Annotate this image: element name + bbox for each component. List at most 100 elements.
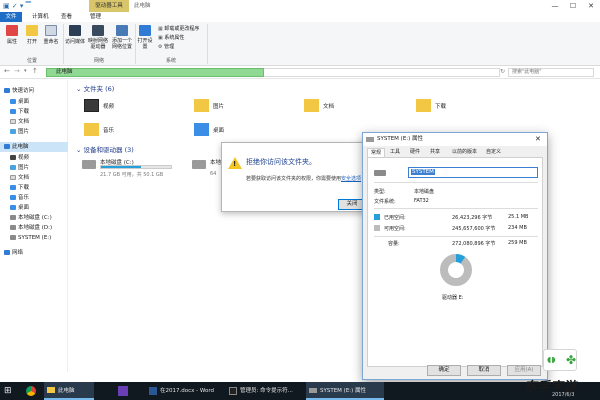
drive-icon bbox=[10, 235, 16, 240]
divider bbox=[374, 208, 538, 209]
download-icon bbox=[10, 185, 16, 190]
system-properties-button[interactable]: ▣ 系统属性 bbox=[158, 34, 184, 41]
chrome-icon[interactable] bbox=[26, 386, 36, 396]
nav-quick-downloads[interactable]: 下载 bbox=[0, 107, 68, 117]
security-tab-link[interactable]: 安全选项 bbox=[341, 176, 361, 182]
folder-documents[interactable]: 文档 bbox=[304, 98, 364, 116]
tab-file[interactable]: 文件 bbox=[0, 12, 22, 22]
used-space-swatch bbox=[374, 214, 380, 220]
nav-quick-access[interactable]: 快速访问 bbox=[0, 86, 68, 96]
folder-pictures[interactable]: 图片 bbox=[194, 98, 254, 116]
refresh-icon[interactable]: ↻ bbox=[500, 68, 505, 75]
nav-pc-videos[interactable]: 视频 bbox=[0, 153, 68, 163]
folder-music[interactable]: 音乐 bbox=[84, 122, 144, 140]
start-button-icon[interactable]: ⊞ bbox=[4, 382, 18, 400]
nav-drive-d[interactable]: 本地磁盘 (D:) bbox=[0, 223, 68, 233]
rename-button[interactable]: 重命名 bbox=[40, 25, 62, 45]
taskbar-item-properties[interactable]: SYSTEM (E:) 属性 bbox=[306, 382, 384, 400]
drive-icon bbox=[374, 170, 386, 176]
general-tab-panel: SYSTEM 类型: 本地磁盘 文件系统: FAT32 已用空间: 26,423… bbox=[367, 157, 543, 367]
nav-quick-documents[interactable]: 文档 bbox=[0, 117, 68, 127]
map-network-drive-button[interactable]: 映射网络驱动器 bbox=[86, 25, 110, 50]
tab-general[interactable]: 常规 bbox=[367, 148, 386, 157]
recent-dropdown-icon[interactable]: ▾ bbox=[24, 68, 27, 74]
tab-tools[interactable]: 工具 bbox=[387, 148, 403, 157]
group-label-location: 位置 bbox=[26, 58, 37, 64]
nav-network[interactable]: 网络 bbox=[0, 248, 68, 258]
settings-gear-icon bbox=[139, 25, 151, 36]
nav-drive-c[interactable]: 本地磁盘 (C:) bbox=[0, 213, 68, 223]
watermark-text: 东手宇游 bbox=[523, 380, 576, 395]
maximize-button[interactable]: ☐ bbox=[564, 0, 582, 12]
drives-section-header[interactable]: ⌄ 设备和驱动器 (3) bbox=[76, 144, 134, 154]
documents-folder-icon bbox=[304, 99, 319, 112]
network-location-icon bbox=[116, 25, 128, 36]
folder-downloads[interactable]: 下载 bbox=[416, 98, 476, 116]
rename-icon bbox=[45, 25, 57, 36]
nav-quick-pictures[interactable]: 图片 bbox=[0, 127, 68, 137]
ribbon: 属性 打开 重命名 位置 访问媒体 映射网络驱动器 添加一个网络位置 网络 打开… bbox=[0, 22, 600, 66]
disk-usage-donut bbox=[440, 254, 472, 286]
nav-quick-desktop[interactable]: 桌面 bbox=[0, 97, 68, 107]
cancel-button[interactable]: 取消 bbox=[467, 365, 501, 376]
computer-icon bbox=[4, 144, 10, 149]
taskbar-item-word[interactable]: 在2017.docx - Word bbox=[146, 382, 224, 400]
forward-arrow-icon[interactable]: → bbox=[14, 67, 20, 75]
download-icon bbox=[10, 109, 16, 114]
search-input[interactable]: 搜索"此电脑" bbox=[508, 68, 594, 77]
ribbon-tab-bar: 文件 计算机 查看 管理 bbox=[0, 12, 600, 22]
open-button[interactable]: 打开 bbox=[22, 25, 42, 45]
quick-access-toolbar[interactable]: ▣ ✓ ▾ ▔ bbox=[3, 2, 31, 10]
nav-this-pc[interactable]: 此电脑 bbox=[0, 142, 68, 152]
manage-button[interactable]: ⚙ 管理 bbox=[158, 43, 174, 50]
minimize-button[interactable]: — bbox=[546, 0, 564, 12]
properties-button[interactable]: 属性 bbox=[2, 25, 22, 45]
warning-exclamation-icon: ! bbox=[233, 160, 237, 168]
downloads-folder-icon bbox=[416, 99, 431, 112]
folder-desktop[interactable]: 桌面 bbox=[194, 122, 254, 140]
network-drive-icon bbox=[92, 25, 104, 36]
pictures-folder-icon bbox=[194, 99, 209, 112]
folders-section-header[interactable]: ⌄ 文件夹 (6) bbox=[76, 83, 114, 93]
taskbar-item-this-pc[interactable]: 此电脑 bbox=[44, 382, 94, 400]
tab-previous-versions[interactable]: 以前的版本 bbox=[449, 148, 480, 157]
tab-sharing[interactable]: 共享 bbox=[427, 148, 443, 157]
nav-pc-downloads[interactable]: 下载 bbox=[0, 183, 68, 193]
nav-pc-music[interactable]: 音乐 bbox=[0, 193, 68, 203]
word-icon bbox=[149, 387, 157, 395]
apply-button[interactable]: 应用(A) bbox=[507, 365, 541, 376]
tab-customize[interactable]: 自定义 bbox=[483, 148, 504, 157]
drive-icon bbox=[192, 160, 206, 169]
add-network-location-button[interactable]: 添加一个网络位置 bbox=[110, 25, 134, 50]
back-arrow-icon[interactable]: ← bbox=[4, 67, 10, 75]
volume-label-input[interactable]: SYSTEM bbox=[408, 167, 538, 178]
access-media-button[interactable]: 访问媒体 bbox=[64, 25, 86, 45]
nav-pc-desktop[interactable]: 桌面 bbox=[0, 203, 68, 213]
tab-computer[interactable]: 计算机 bbox=[28, 12, 53, 22]
close-button[interactable]: ✕ bbox=[582, 0, 600, 12]
up-arrow-icon[interactable]: ↑ bbox=[32, 67, 38, 75]
folder-videos[interactable]: 视频 bbox=[84, 98, 144, 116]
nav-drive-e[interactable]: SYSTEM (E:) bbox=[0, 233, 68, 243]
close-icon[interactable]: ✕ bbox=[535, 133, 541, 146]
nav-pc-documents[interactable]: 文档 bbox=[0, 173, 68, 183]
drive-c[interactable]: 本地磁盘 (C:) 21.7 GB 可用，共 50.1 GB bbox=[82, 158, 192, 180]
address-field-remainder[interactable] bbox=[264, 68, 500, 77]
tab-manage[interactable]: 管理 bbox=[86, 12, 105, 22]
tab-view[interactable]: 查看 bbox=[57, 12, 76, 22]
collapse-chevron-icon: ⌄ bbox=[76, 85, 84, 93]
uninstall-program-button[interactable]: ▦ 卸载或更改程序 bbox=[158, 25, 199, 32]
ok-button[interactable]: 确定 bbox=[427, 365, 461, 376]
visual-studio-icon[interactable] bbox=[118, 386, 128, 396]
star-icon bbox=[4, 88, 10, 93]
divider bbox=[374, 182, 538, 183]
drive-tools-contextual-tab[interactable]: 驱动器工具 bbox=[89, 0, 129, 12]
taskbar-item-cmd[interactable]: 管理员: 命令提示符... bbox=[226, 382, 304, 400]
open-settings-button[interactable]: 打开设置 bbox=[136, 25, 154, 50]
free-space-swatch bbox=[374, 225, 380, 231]
drive-d[interactable]: 本地 64 bbox=[192, 158, 222, 180]
music-folder-icon bbox=[84, 123, 99, 136]
address-field[interactable]: 此电脑 bbox=[46, 68, 264, 77]
tab-hardware[interactable]: 硬件 bbox=[407, 148, 423, 157]
nav-pc-pictures[interactable]: 图片 bbox=[0, 163, 68, 173]
